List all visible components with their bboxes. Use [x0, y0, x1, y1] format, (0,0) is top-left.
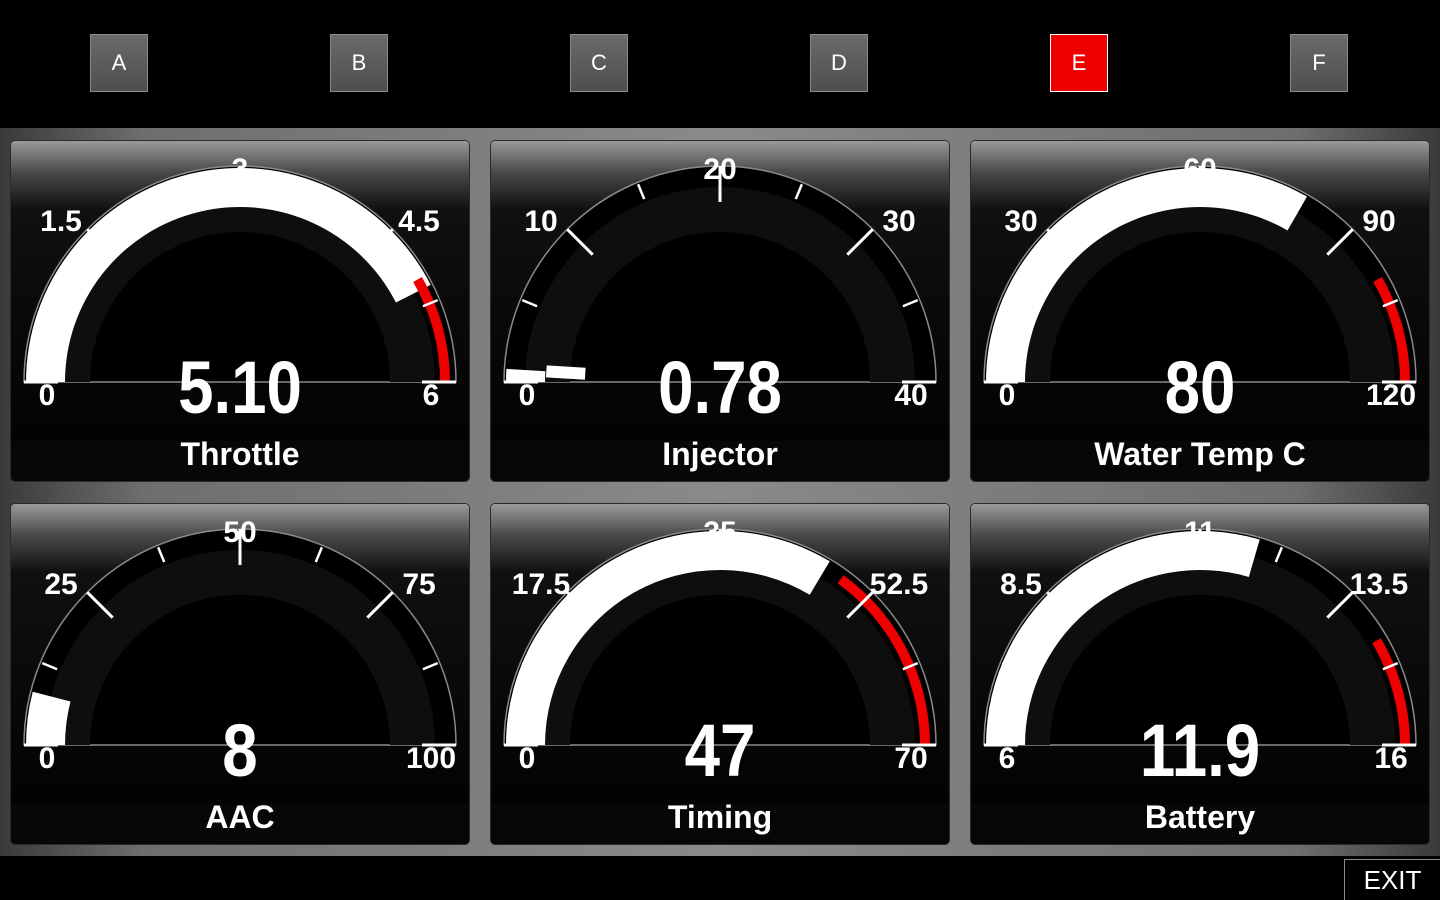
gauge-label: Battery	[1145, 799, 1255, 835]
bottom-bar: EXIT	[0, 856, 1440, 900]
value-pointer	[545, 365, 586, 380]
gauge-face: 0 25 50 75 100 8 AAC	[11, 504, 469, 844]
tick-label: 1.5	[40, 205, 82, 238]
tick-label: 120	[1366, 379, 1416, 412]
page-tab-bar: A B C D E F	[0, 0, 1440, 128]
tick-label: 70	[894, 742, 927, 775]
tick-label: 30	[882, 205, 915, 238]
tick-label: 25	[44, 568, 77, 601]
tick-label: 100	[406, 742, 456, 775]
tick-label: 52.5	[870, 568, 928, 601]
tick-label: 20	[703, 153, 736, 186]
tick-label: 90	[1362, 205, 1395, 238]
page-tab-b[interactable]: B	[330, 34, 388, 92]
tick-label: 35	[703, 516, 736, 549]
tick-label: 60	[1183, 153, 1216, 186]
gauge-face: 0 30 60 90 120 80 Water Temp C	[971, 141, 1429, 481]
dashboard: A B C D E F 0 1.5 3 4.5 6 5.10 Throttle 0 10 20 3…	[0, 0, 1440, 900]
gauge-timing: 0 17.5 35 52.5 70 47 Timing	[490, 503, 950, 845]
tick-label: 8.5	[1000, 568, 1042, 601]
page-tab-e[interactable]: E	[1050, 34, 1108, 92]
tick-label: 16	[1374, 742, 1407, 775]
page-tab-c[interactable]: C	[570, 34, 628, 92]
tick-label: 13.5	[1350, 568, 1408, 601]
gauge-aac: 0 25 50 75 100 8 AAC	[10, 503, 470, 845]
gauge-face: 0 17.5 35 52.5 70 47 Timing	[491, 504, 949, 844]
gauge-face: 0 1.5 3 4.5 6 5.10 Throttle	[11, 141, 469, 481]
gauge-face: 0 10 20 30 40 0.78 Injector	[491, 141, 949, 481]
value-readout: 5.10	[178, 347, 302, 430]
gauge-label: Throttle	[180, 436, 299, 472]
tick-label: 0	[39, 379, 56, 412]
gauge-label: AAC	[205, 799, 274, 835]
gauge-panel: 0 1.5 3 4.5 6 5.10 Throttle 0 10 20 30 40 0.78 Injec…	[0, 128, 1440, 856]
gauge-label: Timing	[668, 799, 772, 835]
gauge-battery: 6 8.5 11 13.5 16 11.9 Battery	[970, 503, 1430, 845]
tick-label: 6	[423, 379, 440, 412]
tick-label: 11	[1184, 516, 1216, 549]
page-tab-d[interactable]: D	[810, 34, 868, 92]
value-readout: 0.78	[658, 347, 782, 430]
tick-label: 3	[232, 153, 249, 186]
tick-label: 17.5	[512, 568, 570, 601]
tick-label: 10	[524, 205, 557, 238]
tick-label: 0	[519, 379, 536, 412]
exit-button[interactable]: EXIT	[1344, 859, 1440, 900]
tick-label: 0	[39, 742, 56, 775]
value-readout: 80	[1165, 347, 1236, 430]
tick-label: 0	[519, 742, 536, 775]
gauge-label: Injector	[662, 436, 778, 472]
tick-label: 30	[1004, 205, 1037, 238]
value-readout: 8	[222, 710, 257, 793]
gauge-injector: 0 10 20 30 40 0.78 Injector	[490, 140, 950, 482]
gauge-throttle: 0 1.5 3 4.5 6 5.10 Throttle	[10, 140, 470, 482]
page-tab-a[interactable]: A	[90, 34, 148, 92]
tick-label: 40	[894, 379, 927, 412]
tick-label: 0	[999, 379, 1016, 412]
page-tab-f[interactable]: F	[1290, 34, 1348, 92]
tick-label: 75	[402, 568, 435, 601]
value-readout: 47	[685, 710, 756, 793]
tick-label: 50	[223, 516, 256, 549]
tick-label: 6	[999, 742, 1016, 775]
gauge-face: 6 8.5 11 13.5 16 11.9 Battery	[971, 504, 1429, 844]
gauge-water-temp: 0 30 60 90 120 80 Water Temp C	[970, 140, 1430, 482]
value-readout: 11.9	[1140, 710, 1260, 793]
tick-label: 4.5	[398, 205, 440, 238]
gauge-label: Water Temp C	[1094, 436, 1306, 472]
